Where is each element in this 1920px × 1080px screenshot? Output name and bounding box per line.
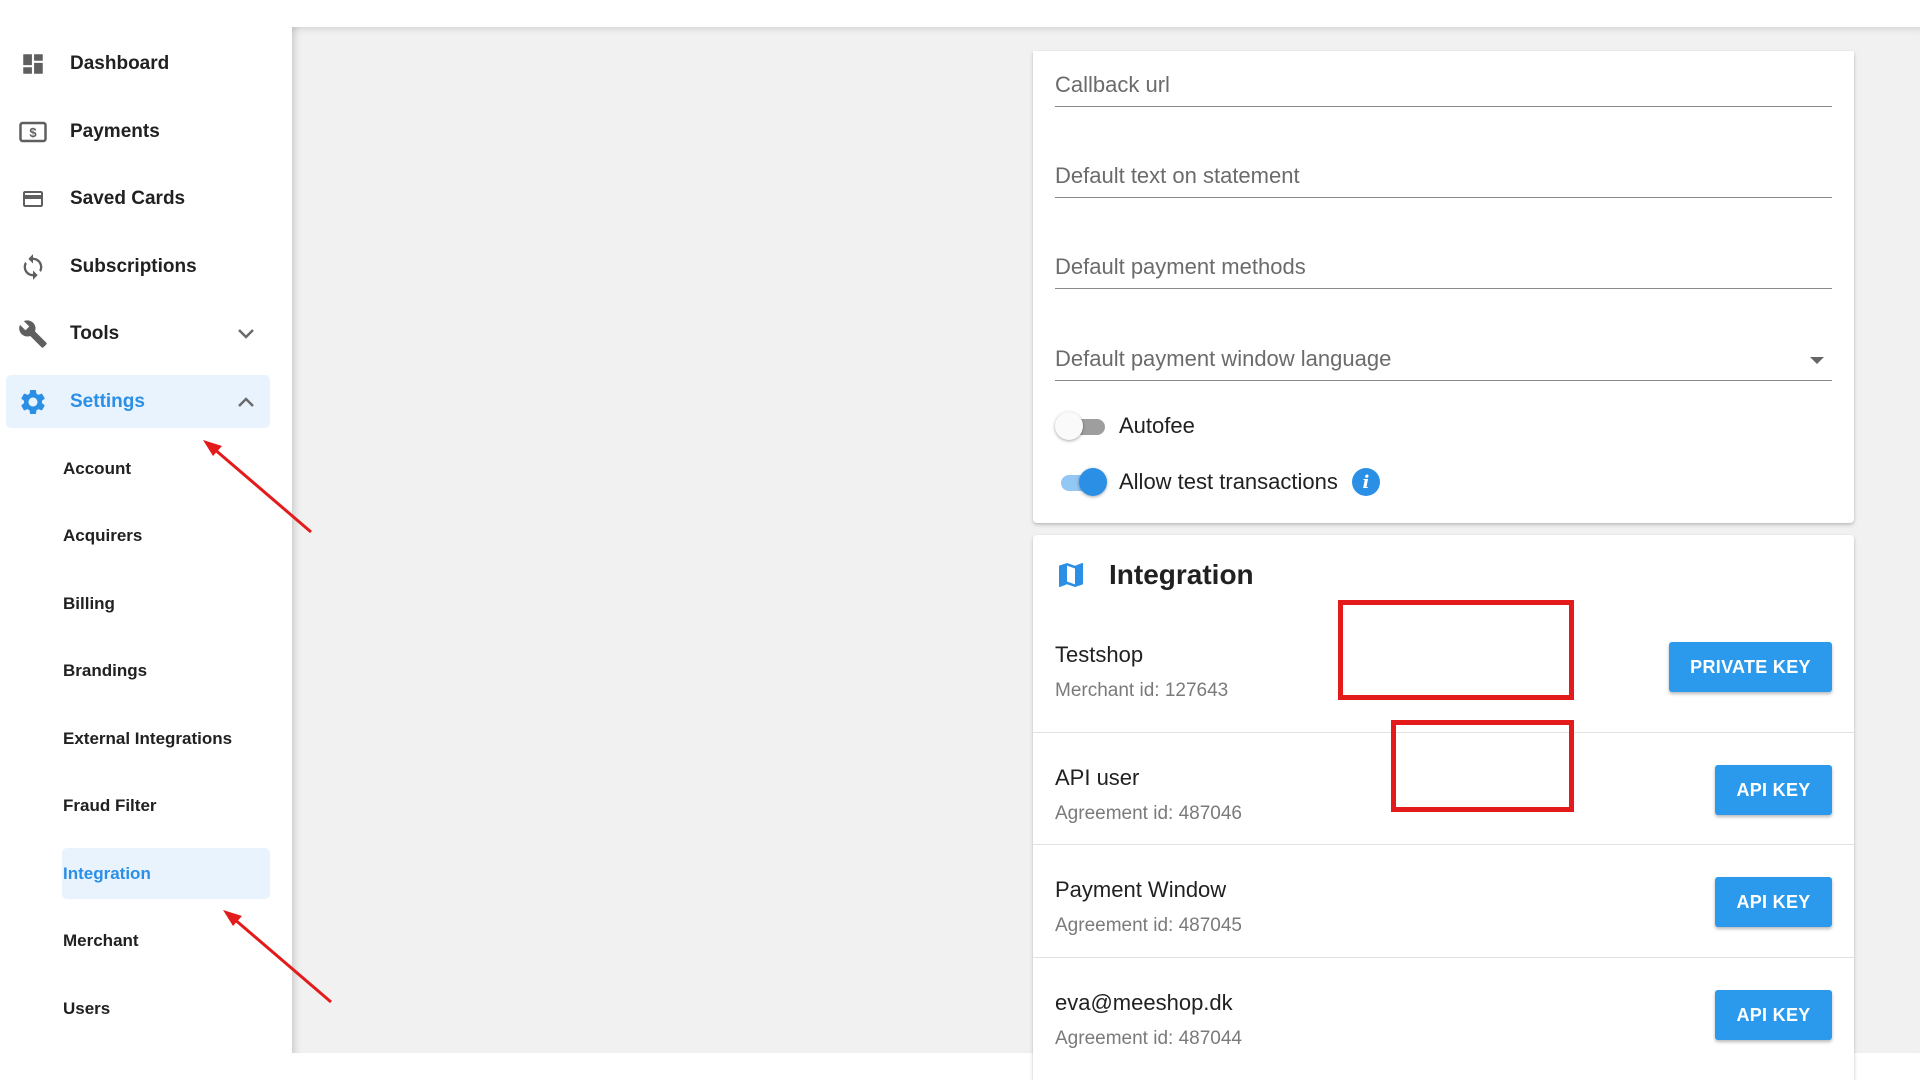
api-key-button[interactable]: API KEY — [1715, 877, 1832, 927]
private-key-button[interactable]: PRIVATE KEY — [1669, 642, 1832, 692]
payments-icon: $ — [18, 117, 48, 147]
payment-window-language-select[interactable]: Default payment window language — [1055, 337, 1832, 381]
svg-text:$: $ — [29, 125, 37, 140]
sidebar: Dashboard $ Payments Saved Cards Subscri… — [0, 0, 292, 1053]
row-subtitle: Merchant id: 127643 — [1055, 680, 1229, 701]
integration-header: Integration — [1055, 555, 1254, 595]
row-title: eva@meeshop.dk — [1055, 990, 1233, 1015]
main-content: Callback url Default text on statement D… — [292, 27, 1920, 1080]
dashboard-icon — [18, 49, 48, 79]
autofee-toggle[interactable] — [1055, 411, 1107, 441]
autofee-label: Autofee — [1119, 413, 1195, 438]
sidebar-item-tools[interactable]: Tools — [6, 307, 270, 360]
sidebar-subitem-acquirers[interactable]: Acquirers — [62, 510, 270, 561]
integration-row: eva@meeshop.dk Agreement id: 487044 API … — [1033, 957, 1854, 1069]
dropdown-arrow-icon — [1810, 357, 1824, 364]
sidebar-subitem-external-integrations[interactable]: External Integrations — [62, 713, 270, 764]
payment-window-language-placeholder: Default payment window language — [1055, 346, 1392, 371]
map-icon — [1059, 563, 1083, 587]
row-subtitle: Agreement id: 487044 — [1055, 1028, 1242, 1049]
sidebar-subitem-brandings[interactable]: Brandings — [62, 645, 270, 696]
api-key-button[interactable]: API KEY — [1715, 765, 1832, 815]
row-title: Testshop — [1055, 642, 1144, 667]
chevron-down-icon[interactable] — [236, 324, 256, 344]
sidebar-subitem-account[interactable]: Account — [62, 443, 270, 494]
test-transactions-label: Allow test transactions — [1119, 469, 1338, 494]
sidebar-item-dashboard[interactable]: Dashboard — [6, 37, 270, 90]
sidebar-subitem-fraud-filter[interactable]: Fraud Filter — [62, 780, 270, 831]
row-subtitle: Agreement id: 487046 — [1055, 803, 1242, 824]
sidebar-item-label: Payments — [70, 120, 160, 142]
sidebar-item-label: Subscriptions — [70, 255, 197, 277]
row-title: Payment Window — [1055, 877, 1227, 902]
autofee-row: Autofee — [1055, 409, 1195, 443]
test-transactions-toggle[interactable] — [1055, 467, 1107, 497]
sidebar-subitem-integration[interactable]: Integration — [62, 848, 270, 899]
api-key-button[interactable]: API KEY — [1715, 990, 1832, 1040]
callback-url-placeholder: Callback url — [1055, 72, 1170, 97]
sidebar-subitem-billing[interactable]: Billing — [62, 578, 270, 629]
sidebar-subitem-users[interactable]: Users — [62, 983, 270, 1034]
wrench-icon — [18, 319, 48, 349]
settings-card: Callback url Default text on statement D… — [1033, 51, 1854, 523]
payment-methods-placeholder: Default payment methods — [1055, 254, 1306, 279]
payment-methods-field[interactable]: Default payment methods — [1055, 245, 1832, 289]
info-icon[interactable]: i — [1351, 468, 1380, 496]
sidebar-item-saved-cards[interactable]: Saved Cards — [6, 172, 270, 225]
statement-text-placeholder: Default text on statement — [1055, 163, 1300, 188]
integration-row: Payment Window Agreement id: 487045 API … — [1033, 844, 1854, 956]
highlight-box-api-key — [1391, 720, 1574, 812]
statement-text-field[interactable]: Default text on statement — [1055, 154, 1832, 198]
test-transactions-row: Allow test transactions i — [1055, 465, 1380, 499]
sidebar-item-label: Tools — [70, 322, 120, 344]
sidebar-item-payments[interactable]: $ Payments — [6, 105, 270, 158]
row-subtitle: Agreement id: 487045 — [1055, 915, 1242, 936]
sidebar-item-subscriptions[interactable]: Subscriptions — [6, 240, 270, 293]
gear-icon — [18, 387, 48, 417]
row-title: API user — [1055, 765, 1140, 790]
sidebar-item-label: Saved Cards — [70, 187, 186, 209]
integration-title: Integration — [1109, 559, 1254, 590]
sidebar-item-label: Dashboard — [70, 52, 170, 74]
sidebar-item-label: Settings — [70, 390, 145, 412]
sidebar-item-settings[interactable]: Settings — [6, 375, 270, 428]
chevron-up-icon[interactable] — [236, 392, 256, 412]
highlight-box-private-key — [1338, 600, 1574, 700]
sidebar-subitem-merchant[interactable]: Merchant — [62, 915, 270, 966]
credit-card-icon — [18, 184, 48, 214]
sync-icon — [18, 252, 48, 282]
callback-url-field[interactable]: Callback url — [1055, 63, 1832, 107]
